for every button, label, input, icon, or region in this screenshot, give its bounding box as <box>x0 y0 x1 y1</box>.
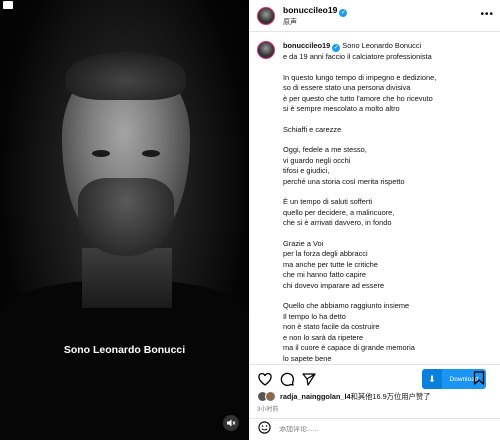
caption-line: chi dovevo imparare ad essere <box>283 280 385 290</box>
caption-username[interactable]: bonuccileo19 <box>283 41 330 50</box>
comment-icon[interactable] <box>279 371 295 387</box>
post-timestamp[interactable]: 3小时前 <box>257 404 278 413</box>
portrait-eye-right <box>142 150 160 157</box>
caption-line: ma il cuore è capace di grande memoria <box>283 343 415 352</box>
bookmark-icon[interactable] <box>471 370 487 386</box>
caption-first-line: Sono Leonardo Bonucci <box>342 41 422 50</box>
caption-line: Grazie a Voi <box>283 238 324 248</box>
divider <box>249 364 500 365</box>
post-detail-panel: bonuccileo19 ✓ 原声 ••• bonuccileo19 ✓ Sono … <box>249 0 500 440</box>
media-corner-icon <box>3 1 13 9</box>
caption-stanza: Quello che abbiamo raggiunto insieme Il t… <box>283 301 436 364</box>
audio-label[interactable]: 原声 <box>283 17 347 28</box>
caption-line: tifosi e giudici, <box>283 166 330 175</box>
caption-avatar[interactable] <box>257 41 275 59</box>
caption-line: che si è arrivati davvero, in fondo <box>283 218 392 227</box>
comment-input[interactable] <box>279 426 479 433</box>
caption-line: È un tempo di saluti sofferti <box>283 197 373 206</box>
caption-row: bonuccileo19 ✓ Sono Leonardo Bonucci e da… <box>257 41 492 365</box>
caption-stanzas: In questo lungo tempo di impegno e dediz… <box>283 73 436 366</box>
more-options-icon[interactable]: ••• <box>480 9 494 20</box>
caption-line: so di essere stato una persona divisiva <box>283 83 411 92</box>
verified-badge-icon: ✓ <box>332 44 341 52</box>
caption-line: Oggi, fedele a me stesso, <box>283 145 367 154</box>
caption-line: è per questo che tutto l'amore che ho ri… <box>283 93 433 103</box>
comment-bar <box>249 418 500 440</box>
post-header: bonuccileo19 ✓ 原声 ••• <box>249 0 500 32</box>
portrait-neck <box>82 248 172 308</box>
caption-stanza: È un tempo di saluti sofferti quello per … <box>283 197 436 229</box>
portrait-hair <box>66 52 186 100</box>
caption-second-line: e da 19 anni faccio il calciatore profes… <box>283 52 432 61</box>
caption-line: che mi hanno fatto capire <box>283 270 366 279</box>
caption-body: bonuccileo19 ✓ Sono Leonardo Bonucci e da… <box>283 41 436 365</box>
caption-line: quello per decidere, a malincuore, <box>283 207 395 217</box>
download-icon: ⬇ <box>422 369 442 389</box>
caption-stanza: Grazie a Voi per la forza degli abbracci m… <box>283 239 436 292</box>
caption-line: ma anche per tutte le critiche <box>283 259 378 269</box>
media-caption: Sono Leonardo Bonucci <box>63 344 186 356</box>
caption-line: e non lo sarà da ripetere <box>283 332 364 342</box>
caption-line: Schiaffi e carezze <box>283 124 342 134</box>
portrait-eye-left <box>92 150 110 157</box>
caption-stanza: In questo lungo tempo di impegno e dediz… <box>283 73 436 115</box>
header-text: bonuccileo19 ✓ 原声 <box>283 3 348 28</box>
action-bar: ⬇ Download <box>257 368 493 390</box>
caption-stanza: Oggi, fedele a me stesso, vi guardo negli… <box>283 145 436 187</box>
emoji-icon[interactable] <box>258 420 271 439</box>
caption-line: per la forza degli abbracci <box>283 249 368 258</box>
liker-username[interactable]: radja_nainggolan_l4 <box>280 392 351 401</box>
likes-text: radja_nainggolan_l4和其他16.9万位用户赞了 <box>280 392 430 402</box>
caption-scroll-area[interactable]: bonuccileo19 ✓ Sono Leonardo Bonucci e da… <box>249 33 500 365</box>
share-icon[interactable] <box>301 371 317 387</box>
caption-line: perché una storia così merita rispetto <box>283 176 405 186</box>
caption-line: vi guardo negli occhi <box>283 155 351 165</box>
likes-count-text[interactable]: 和其他16.9万位用户赞了 <box>351 392 431 401</box>
heart-icon[interactable] <box>257 371 273 387</box>
verified-badge-icon: ✓ <box>339 9 348 17</box>
likes-summary: radja_nainggolan_l4和其他16.9万位用户赞了 <box>257 391 430 402</box>
avatar[interactable] <box>257 6 275 25</box>
caption-line: lo sapete bene <box>283 353 332 363</box>
caption-line: In questo lungo tempo di impegno e dediz… <box>283 72 437 82</box>
post-media[interactable]: Sono Leonardo Bonucci <box>0 0 249 440</box>
caption-line: non è stato facile da costruire <box>283 322 380 331</box>
caption-line: Il tempo lo ha detto <box>283 311 346 321</box>
speaker-muted-icon[interactable] <box>223 415 239 431</box>
liker-avatar[interactable] <box>265 391 276 402</box>
caption-stanza: Schiaffi e carezze <box>283 125 436 136</box>
portrait-beard <box>78 178 174 256</box>
header-username[interactable]: bonuccileo19 <box>283 5 337 15</box>
caption-line: Quello che abbiamo raggiunto insieme <box>283 301 410 310</box>
caption-line: si è sempre mescolato a molto altro <box>283 104 400 113</box>
